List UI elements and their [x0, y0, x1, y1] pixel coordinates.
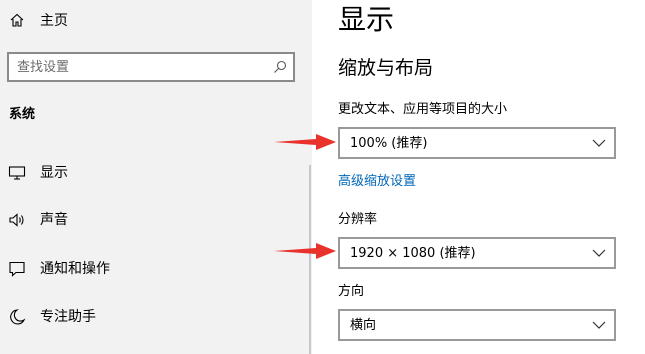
- advanced-scaling-link[interactable]: 高级缩放设置: [338, 173, 416, 191]
- sidebar-scrollbar[interactable]: [309, 165, 311, 354]
- annotation-arrow-icon: [274, 243, 336, 259]
- home-icon: [10, 13, 24, 27]
- orientation-label: 方向: [338, 284, 365, 299]
- chevron-down-icon: [592, 249, 606, 257]
- sidebar-item-display[interactable]: 显示: [0, 153, 312, 193]
- sidebar-item-label: 声音: [40, 212, 68, 228]
- notification-icon: [9, 261, 25, 277]
- chevron-down-icon: [592, 321, 606, 329]
- orientation-dropdown[interactable]: 横向: [338, 309, 616, 341]
- sidebar: 主页 系统 显示 声音 通知和操作 专注助: [0, 0, 312, 354]
- sidebar-item-focus-assist[interactable]: 专注助手: [0, 297, 312, 337]
- main-content: 显示 缩放与布局 更改文本、应用等项目的大小 100% (推荐) 高级缩放设置 …: [312, 0, 645, 354]
- section-title-system: 系统: [9, 107, 36, 122]
- sidebar-item-sound[interactable]: 声音: [0, 200, 312, 240]
- search-box[interactable]: [7, 52, 295, 82]
- home-nav-item[interactable]: 主页: [0, 0, 312, 42]
- resolution-dropdown[interactable]: 1920 × 1080 (推荐): [338, 237, 616, 269]
- sidebar-item-label: 显示: [40, 165, 68, 181]
- section-heading: 缩放与布局: [338, 57, 434, 79]
- sidebar-item-label: 专注助手: [40, 309, 96, 325]
- sidebar-item-notifications[interactable]: 通知和操作: [0, 249, 312, 289]
- sidebar-item-label: 通知和操作: [40, 261, 110, 277]
- page-title: 显示: [338, 3, 395, 36]
- search-icon[interactable]: [273, 60, 287, 74]
- scale-dropdown[interactable]: 100% (推荐): [338, 127, 616, 159]
- scale-value: 100% (推荐): [350, 136, 428, 151]
- speaker-icon: [9, 213, 24, 227]
- resolution-value: 1920 × 1080 (推荐): [350, 246, 476, 261]
- resolution-label: 分辨率: [338, 212, 378, 227]
- home-label: 主页: [40, 13, 68, 29]
- orientation-value: 横向: [350, 318, 377, 333]
- moon-icon: [10, 309, 26, 325]
- chevron-down-icon: [592, 139, 606, 147]
- scale-label: 更改文本、应用等项目的大小: [338, 102, 508, 117]
- search-input[interactable]: [17, 58, 257, 76]
- monitor-icon: [8, 166, 26, 180]
- annotation-arrow-icon: [274, 134, 336, 150]
